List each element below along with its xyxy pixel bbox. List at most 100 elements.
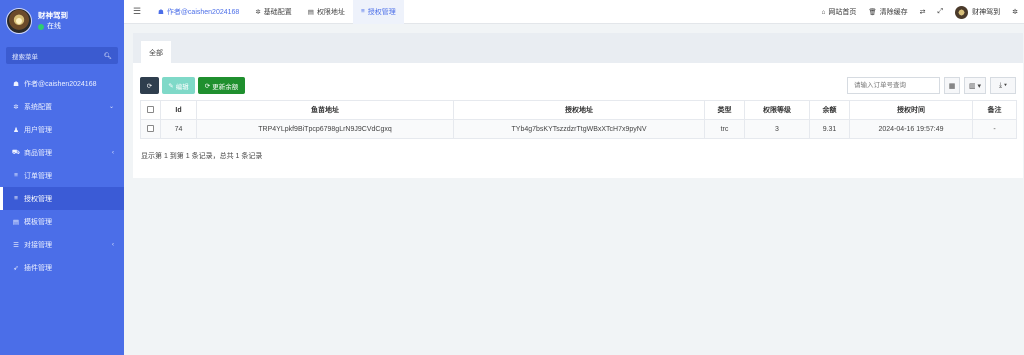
export-dropdown[interactable]: ⤓ ▾ bbox=[990, 77, 1016, 94]
clear-cache-label: 清除缓存 bbox=[879, 9, 908, 16]
chevron-icon: ‹ bbox=[112, 241, 114, 248]
user-icon: ♟ bbox=[13, 126, 19, 134]
sidebar-item-author[interactable]: ☗ 作者@caishen2024168 bbox=[0, 72, 124, 95]
export-icon: ⤓ ▾ bbox=[999, 81, 1007, 89]
col-auth-address[interactable]: 授权地址 bbox=[453, 100, 705, 120]
sidebar-item-plugin-manage[interactable]: ➶ 插件管理 bbox=[0, 256, 124, 279]
tab-permission-address[interactable]: ▤ 权限地址 bbox=[300, 0, 353, 24]
user-name: 财神驾到 bbox=[38, 11, 68, 20]
cell-id: 74 bbox=[160, 119, 197, 139]
update-balance-button[interactable]: ⟳ 更新余额 bbox=[198, 77, 245, 94]
translate-icon[interactable]: ⇄ bbox=[914, 8, 932, 16]
auth-table: Id 鱼苗地址 授权地址 类型 权限等级 余额 授权时间 备注 74 TRP4Y… bbox=[140, 100, 1017, 139]
trash-icon: 🗑︎ bbox=[868, 9, 877, 16]
col-permission-level[interactable]: 权限等级 bbox=[744, 100, 810, 120]
update-balance-label: 更新余额 bbox=[212, 83, 239, 91]
chevron-icon: ⌄ bbox=[108, 104, 114, 110]
menu-search[interactable]: 搜索菜单 🔍︎ bbox=[6, 47, 118, 64]
list-icon: ▤ bbox=[307, 8, 314, 16]
cell-auth-address: TYb4g7bsKYTszzdzrTtgWBxXTcH7x9pyNV bbox=[453, 119, 705, 139]
sidebar-item-label: 系统配置 bbox=[24, 103, 52, 111]
search-icon[interactable]: 🔍︎ bbox=[104, 52, 112, 60]
sidebar-item-template-manage[interactable]: ▤ 模板管理 bbox=[0, 210, 124, 233]
avatar bbox=[955, 5, 969, 19]
online-status-icon bbox=[38, 23, 44, 30]
tab-all[interactable]: 全部 bbox=[141, 41, 171, 63]
site-home-label: 网站首页 bbox=[828, 9, 857, 16]
avatar[interactable] bbox=[6, 8, 32, 34]
table-header-row: Id 鱼苗地址 授权地址 类型 权限等级 余额 授权时间 备注 bbox=[140, 100, 1017, 120]
dashboard-icon: ☗ bbox=[158, 8, 164, 16]
top-navbar: ☰ ☗ 作者@caishen2024168 ✲ 基础配置 ▤ 权限地址 ≡ 授权管理 ⌂… bbox=[124, 0, 1024, 24]
col-id[interactable]: Id bbox=[160, 100, 197, 120]
refresh-icon: ⟳ bbox=[146, 82, 153, 90]
sidebar-item-label: 对接管理 bbox=[24, 241, 52, 249]
col-type[interactable]: 类型 bbox=[704, 100, 745, 120]
sidebar-item-dock-manage[interactable]: ☰ 对接管理 ‹ bbox=[0, 233, 124, 256]
user-panel: 财神驾到 在线 bbox=[0, 0, 124, 42]
tab-basic-config[interactable]: ✲ 基础配置 bbox=[247, 0, 299, 24]
sidebar-item-order-manage[interactable]: ≡ 订单管理 bbox=[0, 164, 124, 187]
sidebar-item-label: 作者@caishen2024168 bbox=[24, 80, 97, 88]
settings-gear-icon[interactable]: ✲ bbox=[1006, 8, 1024, 16]
list-icon: ≡ bbox=[14, 172, 18, 179]
chevron-icon: ‹ bbox=[112, 149, 114, 156]
user-status: 在线 bbox=[38, 21, 68, 32]
fullscreen-icon[interactable]: ⤢ bbox=[932, 8, 950, 16]
edit-button[interactable]: ✎ 编辑 bbox=[162, 77, 195, 94]
cell-balance: 9.31 bbox=[809, 119, 850, 139]
sidebar-item-label: 用户管理 bbox=[24, 126, 52, 134]
sidebar-item-label: 模板管理 bbox=[24, 218, 52, 226]
col-auth-time[interactable]: 授权时间 bbox=[849, 100, 973, 120]
cell-remark: - bbox=[972, 119, 1017, 139]
edit-label: 编辑 bbox=[175, 83, 189, 91]
columns-dropdown[interactable]: ▥ ▾ bbox=[964, 77, 986, 94]
col-fish-address[interactable]: 鱼苗地址 bbox=[196, 100, 454, 120]
tab-author[interactable]: ☗ 作者@caishen2024168 bbox=[150, 0, 247, 24]
sidebar: 财神驾到 在线 搜索菜单 🔍︎ ☗ 作者@caishen2024168 ✲ 系统配置 ⌄… bbox=[0, 0, 124, 355]
sidebar-item-auth-manage[interactable]: ≡ 授权管理 bbox=[0, 187, 124, 210]
cell-fish-address: TRP4YLpkf9BiTpcp6798gLrN9J9CVdCgxq bbox=[196, 119, 454, 139]
refresh-button[interactable]: ⟳ bbox=[140, 77, 159, 94]
user-status-label: 在线 bbox=[47, 23, 61, 30]
table-view-icon: ▦ bbox=[948, 82, 956, 90]
table-row[interactable]: 74 TRP4YLpkf9BiTpcp6798gLrN9J9CVdCgxq TY… bbox=[140, 119, 1017, 139]
list-icon: ≡ bbox=[14, 195, 18, 202]
tab-auth-manage[interactable]: ≡ 授权管理 bbox=[352, 0, 404, 24]
col-remark[interactable]: 备注 bbox=[972, 100, 1017, 120]
select-all-checkbox[interactable] bbox=[140, 100, 161, 120]
cart-icon: ⛟ bbox=[11, 149, 21, 156]
rocket-icon: ➶ bbox=[13, 264, 19, 272]
list-icon: ≡ bbox=[360, 8, 365, 15]
gear-icon: ✲ bbox=[13, 103, 19, 111]
sidebar-item-product-manage[interactable]: ⛟ 商品管理 ‹ bbox=[0, 141, 124, 164]
cell-auth-time: 2024-04-16 19:57:49 bbox=[849, 119, 973, 139]
table-tools: ▦ ▥ ▾ ⤓ ▾ bbox=[847, 77, 1016, 94]
user-menu-name: 财神驾到 bbox=[972, 9, 1001, 16]
row-checkbox[interactable] bbox=[140, 119, 161, 139]
site-home-link[interactable]: ⌂ 网站首页 bbox=[815, 7, 862, 17]
panel-tab-bar: 全部 bbox=[133, 33, 1023, 63]
dashboard-icon: ☗ bbox=[13, 80, 19, 88]
cell-permission-level: 3 bbox=[744, 119, 810, 139]
cell-type: trc bbox=[704, 119, 745, 139]
user-menu[interactable]: 财神驾到 bbox=[949, 5, 1006, 19]
pagination-summary: 显示第 1 到第 1 条记录，总共 1 条记录 bbox=[141, 153, 263, 160]
sidebar-item-label: 插件管理 bbox=[24, 264, 52, 272]
menu-search-label: 搜索菜单 bbox=[12, 53, 38, 61]
tab-label: 基础配置 bbox=[263, 8, 292, 16]
order-search-input[interactable] bbox=[847, 77, 940, 94]
home-icon: ⌂ bbox=[821, 8, 826, 16]
menu-toggle-icon[interactable]: ☰ bbox=[124, 6, 150, 17]
sidebar-item-system-config[interactable]: ✲ 系统配置 ⌄ bbox=[0, 95, 124, 118]
template-icon: ▤ bbox=[12, 218, 20, 226]
sidebar-item-user-manage[interactable]: ♟ 用户管理 bbox=[0, 118, 124, 141]
content-panel: 全部 ⟳ ✎编辑 ⟳更新余额 ▦ ▥ ▾ ⤓ ▾ Id 鱼苗地址 授权地址 类型… bbox=[133, 33, 1023, 178]
toggle-view-button[interactable]: ▦ bbox=[944, 77, 960, 94]
sidebar-item-label: 授权管理 bbox=[24, 195, 52, 203]
gear-icon: ✲ bbox=[255, 8, 261, 16]
tab-label: 授权管理 bbox=[367, 8, 396, 16]
tab-label: 作者@caishen2024168 bbox=[166, 8, 240, 16]
col-balance[interactable]: 余额 bbox=[809, 100, 850, 120]
clear-cache-button[interactable]: 🗑︎ 清除缓存 bbox=[862, 7, 913, 17]
